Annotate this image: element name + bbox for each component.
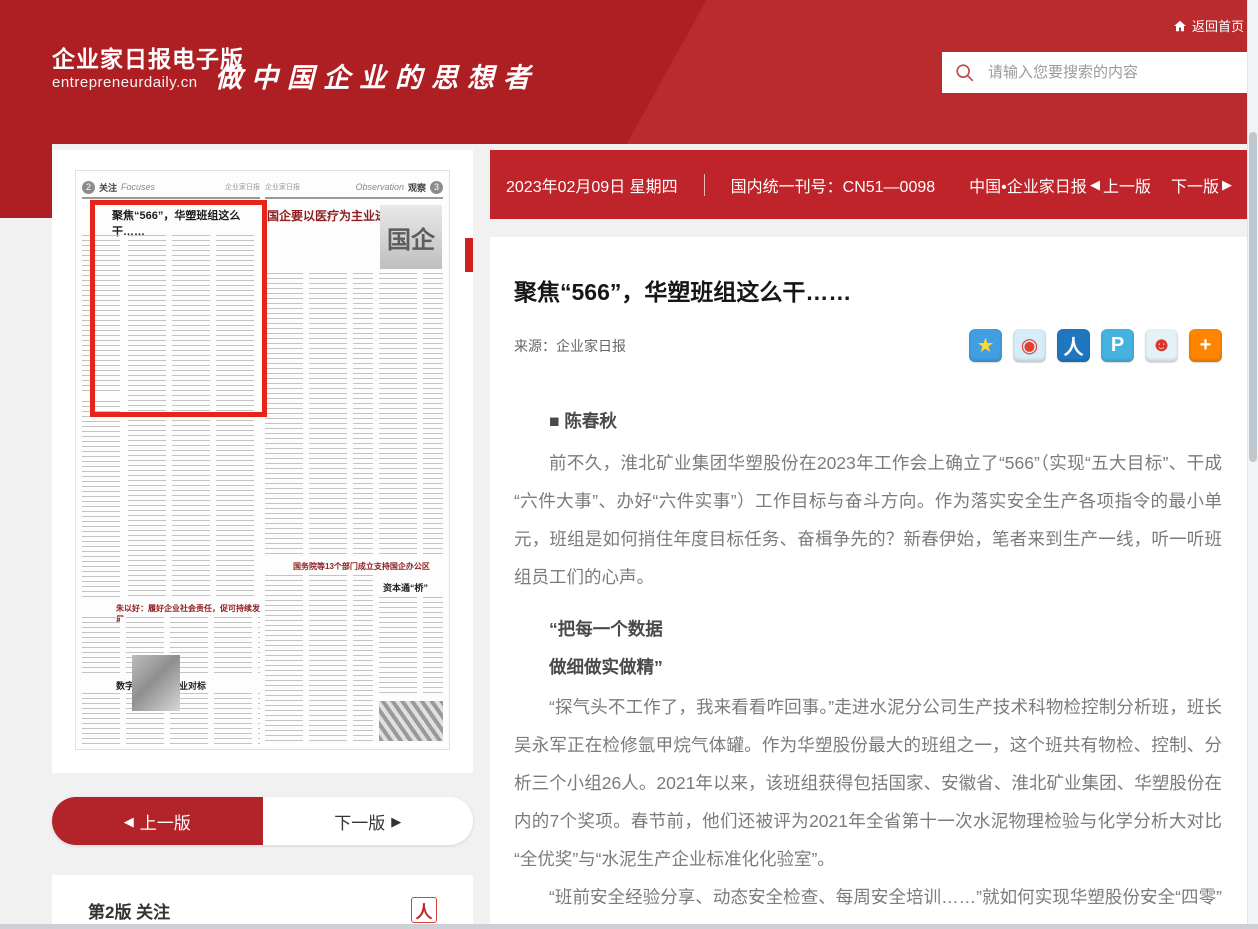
masthead-text: 企业家日报 [225,182,260,192]
home-link[interactable]: 返回首页 [1173,16,1244,35]
page-number-badge: 2 [82,181,95,194]
article-body: ■ 陈春秋 前不久，淮北矿业集团华塑股份在2023年工作会上确立了“566”（实… [514,402,1222,929]
section-name-cn: 关注 [99,181,117,194]
infobar-next-button[interactable]: 下一版 ▶ [1171,173,1232,197]
thumbnail-photo [132,655,180,711]
share-weibo-icon[interactable]: ◉ [1013,329,1046,362]
section-name-en: Focuses [121,182,155,192]
share-toolbar: ★ ◉ 人P ☻ + [969,329,1222,362]
issue-date: 2023年02月09日 星期四 [506,173,678,197]
share-pengyou-icon[interactable]: P [1101,329,1134,362]
article-panel: 聚焦“566”，华塑班组这么干…… 来源：企业家日报 ★ ◉ 人P ☻ + ■ 陈春秋 … [490,237,1248,929]
prev-arrow-icon: ◀ [1090,178,1100,191]
page-number-badge: 3 [430,181,443,194]
highlighted-article-region[interactable] [90,200,267,417]
prev-page-button[interactable]: ◀ 上一版 [52,797,263,845]
thumbnail-photo [379,701,443,741]
issue-infobar: 2023年02月09日 星期四 国内统一刊号：CN51—0098 中国•企业家日… [490,150,1248,219]
share-more-icon[interactable]: + [1189,329,1222,362]
search-icon [954,62,976,84]
article-subheading: “把每一个数据做细做实做精” [514,610,1222,686]
sidebar-pager: ◀ 上一版 下一版 ▶ [52,797,473,845]
vertical-scrollbar-track[interactable] [1247,0,1258,929]
masthead-text: 企业家日报 [265,182,300,192]
share-qzone-icon[interactable]: ★ [969,329,1002,362]
search-input[interactable] [986,63,1240,82]
header-left-decoration [0,144,52,218]
thumbnail-scrollbar-thumb[interactable] [465,238,473,272]
share-renren-icon[interactable]: 人 [1057,329,1090,362]
next-page-label: 下一版 [334,809,385,834]
paper-name: 中国•企业家日报 [969,173,1087,197]
infobar-prev-button[interactable]: ◀ 上一版 [1090,173,1151,197]
section-name-en: Observation [355,182,404,192]
article-paragraph: 前不久，淮北矿业集团华塑股份在2023年工作会上确立了“566”（实现“五大目标… [514,444,1222,596]
prev-arrow-icon: ◀ [124,815,134,828]
site-slogan: 做中国企业的思想者 [215,56,539,95]
thumb-headline-sub2: 资本通“桥” [383,581,428,594]
divider [704,174,705,196]
article-title: 聚焦“566”，华塑班组这么干…… [514,273,1222,307]
section-card-label: 第2版 关注 [88,898,170,923]
site-header: 企业家日报电子版 entrepreneurdaily.cn 做中国企业的思想者 … [0,0,1258,144]
page: 企业家日报电子版 entrepreneurdaily.cn 做中国企业的思想者 … [0,0,1258,929]
home-icon [1173,19,1187,33]
thumb-headline-sub1: 国务院等13个部门成立支持国企办公区 [293,561,430,572]
thumbnail-right-page: 企业家日报 Observation 观察 3 国企要以医疗为主业进行重组 国企 … [265,177,443,743]
section-name-cn: 观察 [408,181,426,194]
prev-page-label: 上一版 [140,809,191,834]
vertical-scrollbar-thumb[interactable] [1249,132,1257,462]
next-arrow-icon: ▶ [1222,178,1232,191]
article-paragraph: “班前安全经验分享、动态安全检查、每周安全培训……”就如何实现华塑股份安全“四零… [514,878,1222,929]
section-card[interactable]: 第2版 关注 人 [52,875,473,929]
article-paragraph: “探气头不工作了，我来看看咋回事。”走进水泥分公司生产技术科物检控制分析班，班长… [514,688,1222,878]
home-link-label: 返回首页 [1192,16,1244,35]
next-page-button[interactable]: 下一版 ▶ [263,797,474,845]
article-author: ■ 陈春秋 [549,402,1222,440]
pdf-icon[interactable]: 人 [411,897,437,923]
thumb-graphic-guoqi: 国企 [380,205,442,269]
article-source: 来源：企业家日报 [514,336,626,356]
page-thumbnail-panel: 2 关注 Focuses 企业家日报 聚焦“566”，华塑班组这么干…… 朱以好… [52,150,473,773]
search-box [942,52,1252,93]
article-meta-row: 来源：企业家日报 ★ ◉ 人P ☻ + [514,329,1222,362]
horizontal-scrollbar[interactable] [0,924,1258,929]
next-arrow-icon: ▶ [391,815,401,828]
share-tweibo-icon[interactable]: ☻ [1145,329,1178,362]
issue-number: 国内统一刊号：CN51—0098 [731,173,936,197]
